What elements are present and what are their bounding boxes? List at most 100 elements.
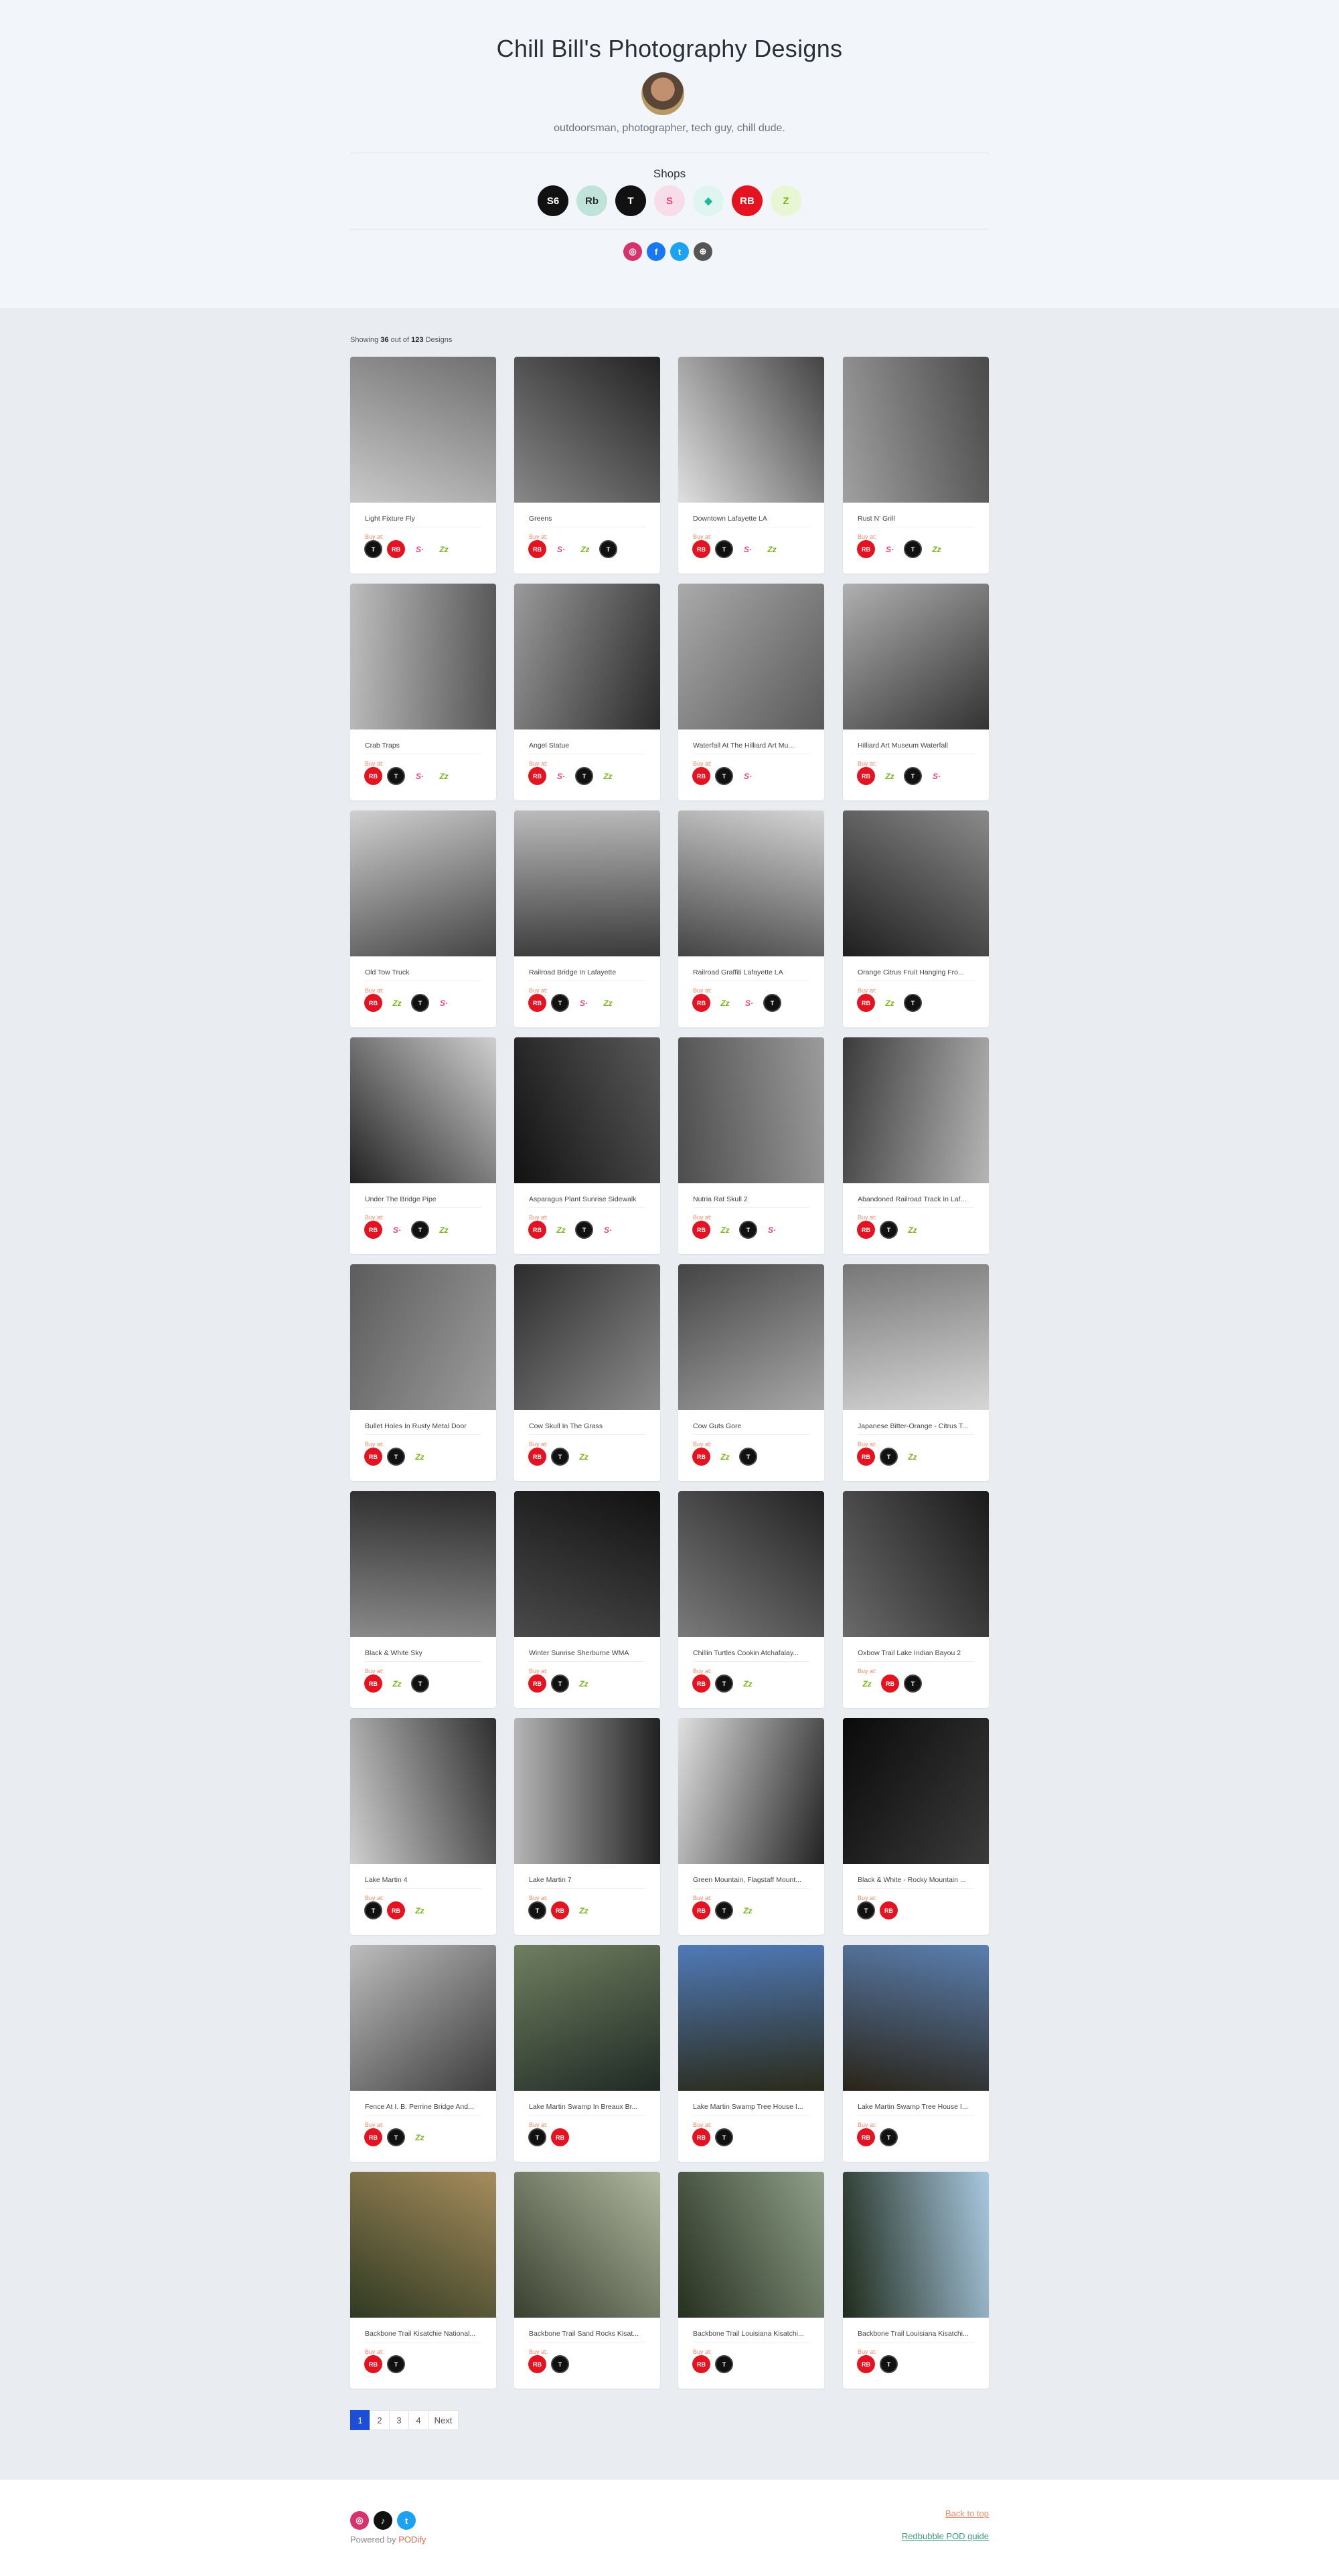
zazzle-shop-icon[interactable]: Zz — [902, 1448, 923, 1466]
zazzle-shop-icon[interactable]: Zz — [434, 1221, 454, 1239]
teepublic-shop-icon[interactable]: T — [364, 540, 382, 558]
design-title[interactable]: Nutria Rat Skull 2 — [693, 1195, 810, 1203]
redbubble-shop-icon[interactable]: RB — [692, 1675, 710, 1693]
design-title[interactable]: Orange Citrus Fruit Hanging Fro... — [858, 968, 975, 976]
spreadshirt-shop-icon[interactable]: S· — [927, 767, 947, 785]
design-card[interactable]: Hilliard Art Museum Waterfall Buy at: RB Zz… — [843, 584, 989, 800]
zazzle-shop-icon[interactable]: Zz — [410, 1901, 430, 1919]
teepublic-shop-icon[interactable]: T — [904, 1675, 922, 1693]
design-card[interactable]: Lake Martin Swamp In Breaux Br... Buy at:… — [514, 1945, 660, 2162]
design-title[interactable]: Green Mountain, Flagstaff Mount... — [693, 1876, 810, 1884]
redbubble-shop-icon[interactable]: RB — [551, 2128, 569, 2146]
design-card[interactable]: Black & White Sky Buy at: RB Zz T — [350, 1491, 496, 1708]
teepublic-shop-icon[interactable]: T — [387, 1448, 405, 1466]
zazzle-shop-icon[interactable]: Zz — [880, 994, 900, 1012]
redbubble-shop-icon[interactable]: RB — [364, 1448, 382, 1466]
design-card[interactable]: Chillin Turtles Cookin Atchafalay... Buy … — [678, 1491, 824, 1708]
design-image[interactable] — [350, 1945, 496, 2091]
spreadshirt-shop-icon[interactable]: S· — [551, 767, 571, 785]
design-card[interactable]: Cow Skull In The Grass Buy at: RB T Zz — [514, 1264, 660, 1481]
design-card[interactable]: Backbone Trail Sand Rocks Kisat... Buy at… — [514, 2172, 660, 2389]
zazzle-shop-icon[interactable]: Zz — [574, 1675, 594, 1693]
redbubble-shop-icon[interactable]: RB — [692, 767, 710, 785]
redbubble-shop-icon[interactable]: RB — [364, 2355, 382, 2373]
design-image[interactable] — [514, 357, 660, 503]
design-image[interactable] — [843, 810, 989, 956]
zazzle-shop-icon[interactable]: Zz — [762, 540, 782, 558]
redbubble-shop-icon[interactable]: RB — [364, 1221, 382, 1239]
redbubble-shop-icon[interactable]: RB — [857, 1221, 875, 1239]
design-card[interactable]: Angel Statue Buy at: RB S· T Zz — [514, 584, 660, 800]
zazzle-shop-icon[interactable]: Zz — [434, 767, 454, 785]
design-image[interactable] — [678, 1945, 824, 2091]
spreadshirt-shop-icon[interactable]: S — [654, 185, 685, 216]
design-image[interactable] — [843, 1037, 989, 1183]
redbubble-shop-icon[interactable]: RB — [528, 540, 546, 558]
teepublic-shop-icon[interactable]: T — [615, 185, 646, 216]
redbubble-shop-icon[interactable]: RB — [880, 1901, 898, 1919]
design-card[interactable]: Old Tow Truck Buy at: RB Zz T S· — [350, 810, 496, 1027]
design-card[interactable]: Light Fixture Fly Buy at: T RB S· Zz — [350, 357, 496, 574]
redbubble-shop-icon[interactable]: RB — [528, 767, 546, 785]
redbubble-shop-icon[interactable]: RB — [528, 1221, 546, 1239]
design-title[interactable]: Downtown Lafayette LA — [693, 515, 810, 523]
design-title[interactable]: Hilliard Art Museum Waterfall — [858, 742, 975, 750]
design-image[interactable] — [514, 1718, 660, 1864]
next-page-button[interactable]: Next — [428, 2410, 459, 2430]
design-image[interactable] — [678, 1718, 824, 1864]
redbubble-shop-icon[interactable]: RB — [364, 767, 382, 785]
teepublic-shop-icon[interactable]: T — [551, 1675, 569, 1693]
design-title[interactable]: Bullet Holes In Rusty Metal Door — [365, 1422, 482, 1430]
spreadshirt-shop-icon[interactable]: S· — [574, 994, 594, 1012]
teepublic-shop-icon[interactable]: T — [715, 2128, 733, 2146]
redbubble-retro-shop-icon[interactable]: Rb — [576, 185, 607, 216]
design-card[interactable]: Lake Martin Swamp Tree House I... Buy at:… — [843, 1945, 989, 2162]
teepublic-shop-icon[interactable]: T — [715, 2355, 733, 2373]
teepublic-shop-icon[interactable]: T — [411, 1221, 429, 1239]
instagram-icon[interactable]: ◎ — [623, 242, 642, 261]
design-image[interactable] — [350, 2172, 496, 2318]
teepublic-shop-icon[interactable]: T — [551, 994, 569, 1012]
design-title[interactable]: Cow Guts Gore — [693, 1422, 810, 1430]
teepublic-shop-icon[interactable]: T — [715, 540, 733, 558]
redbubble-shop-icon[interactable]: RB — [732, 185, 763, 216]
teepublic-shop-icon[interactable]: T — [575, 1221, 593, 1239]
redbubble-shop-icon[interactable]: RB — [857, 767, 875, 785]
design-card[interactable]: Fence At I. B. Perrine Bridge And... Buy … — [350, 1945, 496, 2162]
design-title[interactable]: Backbone Trail Louisiana Kisatchi... — [858, 2330, 975, 2338]
design-title[interactable]: Greens — [529, 515, 646, 523]
teepublic-shop-icon[interactable]: T — [551, 1448, 569, 1466]
design-image[interactable] — [514, 810, 660, 956]
design-card[interactable]: Japanese Bitter-Orange - Citrus T... Buy … — [843, 1264, 989, 1481]
spreadshirt-shop-icon[interactable]: S· — [387, 1221, 407, 1239]
teepublic-shop-icon[interactable]: T — [387, 2128, 405, 2146]
teepublic-shop-icon[interactable]: T — [880, 2128, 898, 2146]
design-card[interactable]: Rust N' Grill Buy at: RB S· T Zz — [843, 357, 989, 574]
spreadshirt-shop-icon[interactable]: S· — [762, 1221, 782, 1239]
zazzle-shop-icon[interactable]: Zz — [434, 540, 454, 558]
design-image[interactable] — [350, 1491, 496, 1637]
teepublic-shop-icon[interactable]: T — [904, 540, 922, 558]
design-title[interactable]: Angel Statue — [529, 742, 646, 750]
society6-shop-icon[interactable]: S6 — [538, 185, 568, 216]
zazzle-shop-icon[interactable]: Zz — [410, 1448, 430, 1466]
design-image[interactable] — [350, 810, 496, 956]
zazzle-shop-icon[interactable]: Zz — [574, 1901, 594, 1919]
design-card[interactable]: Lake Martin 4 Buy at: T RB Zz — [350, 1718, 496, 1935]
design-card[interactable]: Oxbow Trail Lake Indian Bayou 2 Buy at: Zz… — [843, 1491, 989, 1708]
redbubble-shop-icon[interactable]: RB — [692, 1221, 710, 1239]
design-card[interactable]: Waterfall At The Hilliard Art Mu... Buy a… — [678, 584, 824, 800]
website-icon[interactable]: ⊕ — [694, 242, 712, 261]
design-title[interactable]: Asparagus Plant Sunrise Sidewalk — [529, 1195, 646, 1203]
zazzle-shop-icon[interactable]: Zz — [387, 994, 407, 1012]
teepublic-shop-icon[interactable]: T — [880, 1448, 898, 1466]
design-title[interactable]: Lake Martin Swamp Tree House I... — [858, 2103, 975, 2111]
design-card[interactable]: Backbone Trail Louisiana Kisatchi... Buy … — [678, 2172, 824, 2389]
redbubble-shop-icon[interactable]: RB — [857, 1448, 875, 1466]
design-image[interactable] — [514, 584, 660, 729]
redbubble-shop-icon[interactable]: RB — [364, 994, 382, 1012]
design-card[interactable]: Black & White - Rocky Mountain ... Buy at… — [843, 1718, 989, 1935]
design-title[interactable]: Black & White Sky — [365, 1649, 482, 1657]
redbubble-shop-icon[interactable]: RB — [692, 540, 710, 558]
back-to-top-link[interactable]: Back to top — [945, 2508, 989, 2518]
